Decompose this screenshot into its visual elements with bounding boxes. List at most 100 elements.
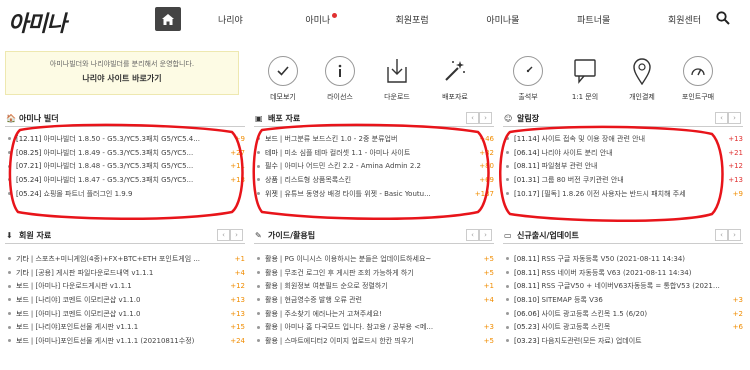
list-item[interactable]: [11.14] 사이트 접속 및 이용 장애 관련 안내 +13 — [503, 132, 743, 146]
list-item[interactable]: 활용 | 무조건 로그인 후 게시판 조회 가능하게 하기 +5 — [254, 266, 494, 280]
home-button[interactable] — [155, 7, 181, 31]
prev-page-button[interactable]: ‹ — [217, 229, 230, 241]
post-title[interactable]: | 미소 심플 테마 컬러셋 1.1 - 아미나 사이트 — [280, 148, 472, 158]
nav-item-member-forum[interactable]: 회원포럼 — [367, 13, 458, 26]
panel-title[interactable]: 배포 자료 — [268, 113, 300, 124]
post-title[interactable]: 사이트 광고등록 스킨목 1.5 (6/20) — [542, 309, 721, 319]
post-title[interactable]: RSS 구글 자동등록 V50 (2021-08-11 14:34) — [542, 254, 721, 264]
post-title[interactable]: 그룹 80 버전 쿠키관련 안내 — [542, 175, 721, 185]
list-item[interactable]: [01.31] 그룹 80 버전 쿠키관련 안내 +13 — [503, 173, 743, 187]
list-item[interactable]: [05.23] 사이트 광고등록 스킨목 +6 — [503, 320, 743, 334]
post-title[interactable]: 쇼핑몰 파트너 플러그인 1.9.9 — [44, 189, 223, 199]
post-title[interactable]: | 버그분류 보드스킨 1.0 - 2중 분류업버 — [280, 134, 472, 144]
list-item[interactable]: 보드 | [아미나] 코멘트 이모티콘샵 v1.1.0 +13 — [5, 307, 245, 321]
list-item[interactable]: 활용 | 스마트에디터2 이미지 업로드시 한칸 띄우기 +5 — [254, 334, 494, 348]
prev-page-button[interactable]: ‹ — [715, 229, 728, 241]
panel-title[interactable]: 가이드/활용팁 — [268, 230, 315, 241]
next-page-button[interactable]: › — [479, 229, 492, 241]
search-icon[interactable] — [716, 11, 730, 25]
post-title[interactable]: 아미나빌더 1.8.48 - G5.3/YC5.3패치 G5/YC5... — [44, 161, 223, 171]
post-title[interactable]: | [공용] 게시판 파일다운로드내역 v1.1.1 — [31, 268, 223, 278]
quick-release[interactable]: 배포자료 — [430, 56, 480, 102]
quick-download[interactable]: 다운로드 — [372, 56, 422, 102]
post-title[interactable]: | 스마트에디터2 이미지 업로드시 한칸 띄우기 — [280, 336, 472, 346]
post-title[interactable]: | [아미나] 다운로드게시판 v1.1.1 — [31, 281, 223, 291]
list-item[interactable]: 기타 | 스포츠+미니게임(4종)+FX+BTC+ETH 포인트게임 ... +1 — [5, 252, 245, 266]
list-item[interactable]: 보드 | 버그분류 보드스킨 1.0 - 2중 분류업버 +46 — [254, 132, 494, 146]
list-item[interactable]: 보드 | [아미나]포인트선물 게시판 v1.1.1 (20210811수정) +2… — [5, 334, 245, 348]
post-title[interactable]: 파일첨부 관련 안내 — [542, 161, 721, 171]
list-item[interactable]: [07.21] 아미나빌더 1.8.48 - G5.3/YC5.3패치 G5/YC… — [5, 159, 245, 173]
list-item[interactable]: [03.23] 다음지도관련(모든 자료) 업데이트 — [503, 334, 743, 348]
quick-point-buy[interactable]: 포인트구매 — [673, 56, 723, 102]
post-title[interactable]: 아미나빌더 1.8.50 - G5.3/YC5.3패치 G5/YC5.4... — [44, 134, 223, 144]
next-page-button[interactable]: › — [728, 112, 741, 124]
post-title[interactable]: 다음지도관련(모든 자료) 업데이트 — [542, 336, 721, 346]
prev-page-button[interactable]: ‹ — [715, 112, 728, 124]
post-title[interactable]: | 현금영수증 발행 오류 관련 — [280, 295, 472, 305]
post-title[interactable]: 나리야 사이트 분리 안내 — [542, 148, 721, 158]
post-title[interactable]: | PG 이니시스 이용하시는 분들은 업데이트하세요~ — [280, 254, 472, 264]
list-item[interactable]: 기타 | [공용] 게시판 파일다운로드내역 v1.1.1 +4 — [5, 266, 245, 280]
post-title[interactable]: 사이트 광고등록 스킨목 — [542, 322, 721, 332]
post-title[interactable]: | 무조건 로그인 후 게시판 조회 가능하게 하기 — [280, 268, 472, 278]
list-item[interactable]: [10.17] [필독] 1.8.26 이전 사용자는 반드시 패치해 주세 +9 — [503, 187, 743, 201]
panel-title[interactable]: 아미나 빌더 — [19, 113, 59, 124]
list-item[interactable]: [08.11] RSS 구글V50 + 네이버V63자동등록 = 통합V53 (2… — [503, 279, 743, 293]
list-item[interactable]: [08.11] RSS 구글 자동등록 V50 (2021-08-11 14:34… — [503, 252, 743, 266]
nav-item-amina-mall[interactable]: 아미나몰 — [457, 13, 548, 26]
post-title[interactable]: 사이트 접속 및 이용 장애 관련 안내 — [542, 134, 721, 144]
post-title[interactable]: | 리스트형 상품목록스킨 — [280, 175, 472, 185]
post-title[interactable]: RSS 구글V50 + 네이버V63자동등록 = 통합V53 (2021-... — [542, 281, 721, 291]
post-title[interactable]: 아미나빌더 1.8.47 - G5.3/YC5.3패치 G5/YC5... — [44, 175, 223, 185]
post-title[interactable]: SITEMAP 등록 V36 — [542, 295, 721, 305]
list-item[interactable]: 보드 | [아미나] 다운로드게시판 v1.1.1 +12 — [5, 279, 245, 293]
post-title[interactable]: | [아미나]포인트선물 게시판 v1.1.1 (20210811수정) — [31, 336, 223, 346]
post-title[interactable]: | 회원정보 여분필드 순으로 정렬하기 — [280, 281, 472, 291]
post-title[interactable]: 아미나빌더 1.8.49 - G5.3/YC5.3패치 G5/YC5... — [44, 148, 223, 158]
list-item[interactable]: [06.14] 나리야 사이트 분리 안내 +21 — [503, 146, 743, 160]
list-item[interactable]: [08.11] 파일첨부 관련 안내 +12 — [503, 159, 743, 173]
list-item[interactable]: [12.11] 아미나빌더 1.8.50 - G5.3/YC5.3패치 G5/YC… — [5, 132, 245, 146]
list-item[interactable]: [08.10] SITEMAP 등록 V36 +3 — [503, 293, 743, 307]
list-item[interactable]: [08.11] RSS 네이버 자동등록 V63 (2021-08-11 14:3… — [503, 266, 743, 280]
nav-item-nariya[interactable]: 나리야 — [185, 13, 276, 26]
post-title[interactable]: | 아미나 홈 다국모드 입니다. 참고용 / 공부용 <메... — [280, 322, 472, 332]
post-title[interactable]: | 아미나 어드민 스킨 2.2 - Amina Admin 2.2 — [280, 161, 472, 171]
quick-inquiry[interactable]: 1:1 문의 — [560, 56, 610, 102]
nav-item-partner-mall[interactable]: 파트너몰 — [548, 13, 639, 26]
list-item[interactable]: 보드 | [나리야] 코멘트 이모티콘샵 v1.1.0 +13 — [5, 293, 245, 307]
list-item[interactable]: 테마 | 미소 심플 테마 컬러셋 1.1 - 아미나 사이트 +32 — [254, 146, 494, 160]
post-title[interactable]: | 주소찾기 에러나는거 고쳐주세요! — [280, 309, 472, 319]
quick-payment[interactable]: 개인결제 — [617, 56, 667, 102]
post-title[interactable]: | [나리야] 코멘트 이모티콘샵 v1.1.0 — [31, 295, 223, 305]
list-item[interactable]: 보드 | [나리야]포인트선물 게시판 v1.1.1 +15 — [5, 320, 245, 334]
post-title[interactable]: | [아미나] 코멘트 이모티콘샵 v1.1.0 — [31, 309, 223, 319]
list-item[interactable]: 활용 | 회원정보 여분필드 순으로 정렬하기 +1 — [254, 279, 494, 293]
prev-page-button[interactable]: ‹ — [466, 229, 479, 241]
list-item[interactable]: 상품 | 리스트형 상품목록스킨 +69 — [254, 173, 494, 187]
panel-title[interactable]: 알림장 — [517, 113, 539, 124]
list-item[interactable]: 위젯 | 유튜브 동영상 배경 타이틀 위젯 - Basic Youtu... +1… — [254, 187, 494, 201]
next-page-button[interactable]: › — [230, 229, 243, 241]
list-item[interactable]: [05.24] 쇼핑몰 파트너 플러그인 1.9.9 — [5, 187, 245, 201]
list-item[interactable]: 활용 | 아미나 홈 다국모드 입니다. 참고용 / 공부용 <메... +3 — [254, 320, 494, 334]
post-title[interactable]: RSS 네이버 자동등록 V63 (2021-08-11 14:34) — [542, 268, 721, 278]
post-title[interactable]: | [나리야]포인트선물 게시판 v1.1.1 — [31, 322, 223, 332]
prev-page-button[interactable]: ‹ — [466, 112, 479, 124]
nav-item-amina[interactable]: 아미나 — [276, 12, 367, 26]
list-item[interactable]: 필수 | 아미나 어드민 스킨 2.2 - Amina Admin 2.2 +80 — [254, 159, 494, 173]
next-page-button[interactable]: › — [728, 229, 741, 241]
panel-title[interactable]: 신규출시/업데이트 — [517, 230, 579, 241]
list-item[interactable]: [08.25] 아미나빌더 1.8.49 - G5.3/YC5.3패치 G5/YC… — [5, 146, 245, 160]
nariya-site-link[interactable]: 나리야 사이트 바로가기 — [6, 73, 238, 84]
list-item[interactable]: 활용 | 현금영수증 발행 오류 관련 +4 — [254, 293, 494, 307]
quick-license[interactable]: 라이선스 — [315, 56, 365, 102]
list-item[interactable]: [05.24] 아미나빌더 1.8.47 - G5.3/YC5.3패치 G5/YC… — [5, 173, 245, 187]
quick-attendance[interactable]: 출석부 — [503, 56, 553, 102]
list-item[interactable]: 활용 | PG 이니시스 이용하시는 분들은 업데이트하세요~ +5 — [254, 252, 494, 266]
list-item[interactable]: 활용 | 주소찾기 에러나는거 고쳐주세요! — [254, 307, 494, 321]
post-title[interactable]: | 스포츠+미니게임(4종)+FX+BTC+ETH 포인트게임 ... — [31, 254, 223, 264]
panel-title[interactable]: 회원 자료 — [19, 230, 51, 241]
site-logo[interactable]: 아미나 — [8, 6, 67, 38]
